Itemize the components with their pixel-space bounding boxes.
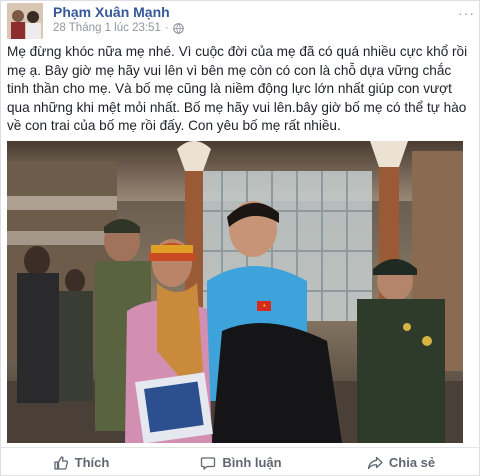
author-avatar[interactable] — [7, 3, 43, 39]
share-label: Chia sẻ — [388, 455, 436, 470]
facebook-post: Phạm Xuân Mạnh 28 Tháng 1 lúc 23:51 · ··… — [0, 0, 480, 476]
like-button[interactable]: Thích — [1, 448, 161, 476]
thumbs-up-icon — [54, 455, 68, 470]
share-icon — [367, 456, 383, 469]
comment-icon — [201, 456, 216, 470]
post-photo[interactable] — [7, 141, 463, 443]
post-header: Phạm Xuân Mạnh 28 Tháng 1 lúc 23:51 · ··… — [7, 3, 475, 39]
post-timestamp[interactable]: 28 Tháng 1 lúc 23:51 — [53, 22, 161, 34]
post-actions-bar: Thích Bình luận Chia sẻ — [1, 447, 480, 476]
post-meta-separator: · — [164, 22, 169, 34]
post-text: Mẹ đừng khóc nữa mẹ nhé. Vì cuộc đời của… — [7, 44, 468, 134]
post-photo-image — [7, 141, 463, 443]
globe-icon[interactable] — [172, 22, 184, 34]
like-label: Thích — [74, 455, 110, 470]
post-meta: 28 Tháng 1 lúc 23:51 · — [53, 22, 184, 34]
share-button[interactable]: Chia sẻ — [321, 448, 480, 476]
more-options-icon[interactable]: ··· — [458, 5, 475, 21]
comment-button[interactable]: Bình luận — [161, 448, 321, 476]
author-name[interactable]: Phạm Xuân Mạnh — [53, 4, 170, 20]
comment-label: Bình luận — [222, 455, 282, 470]
